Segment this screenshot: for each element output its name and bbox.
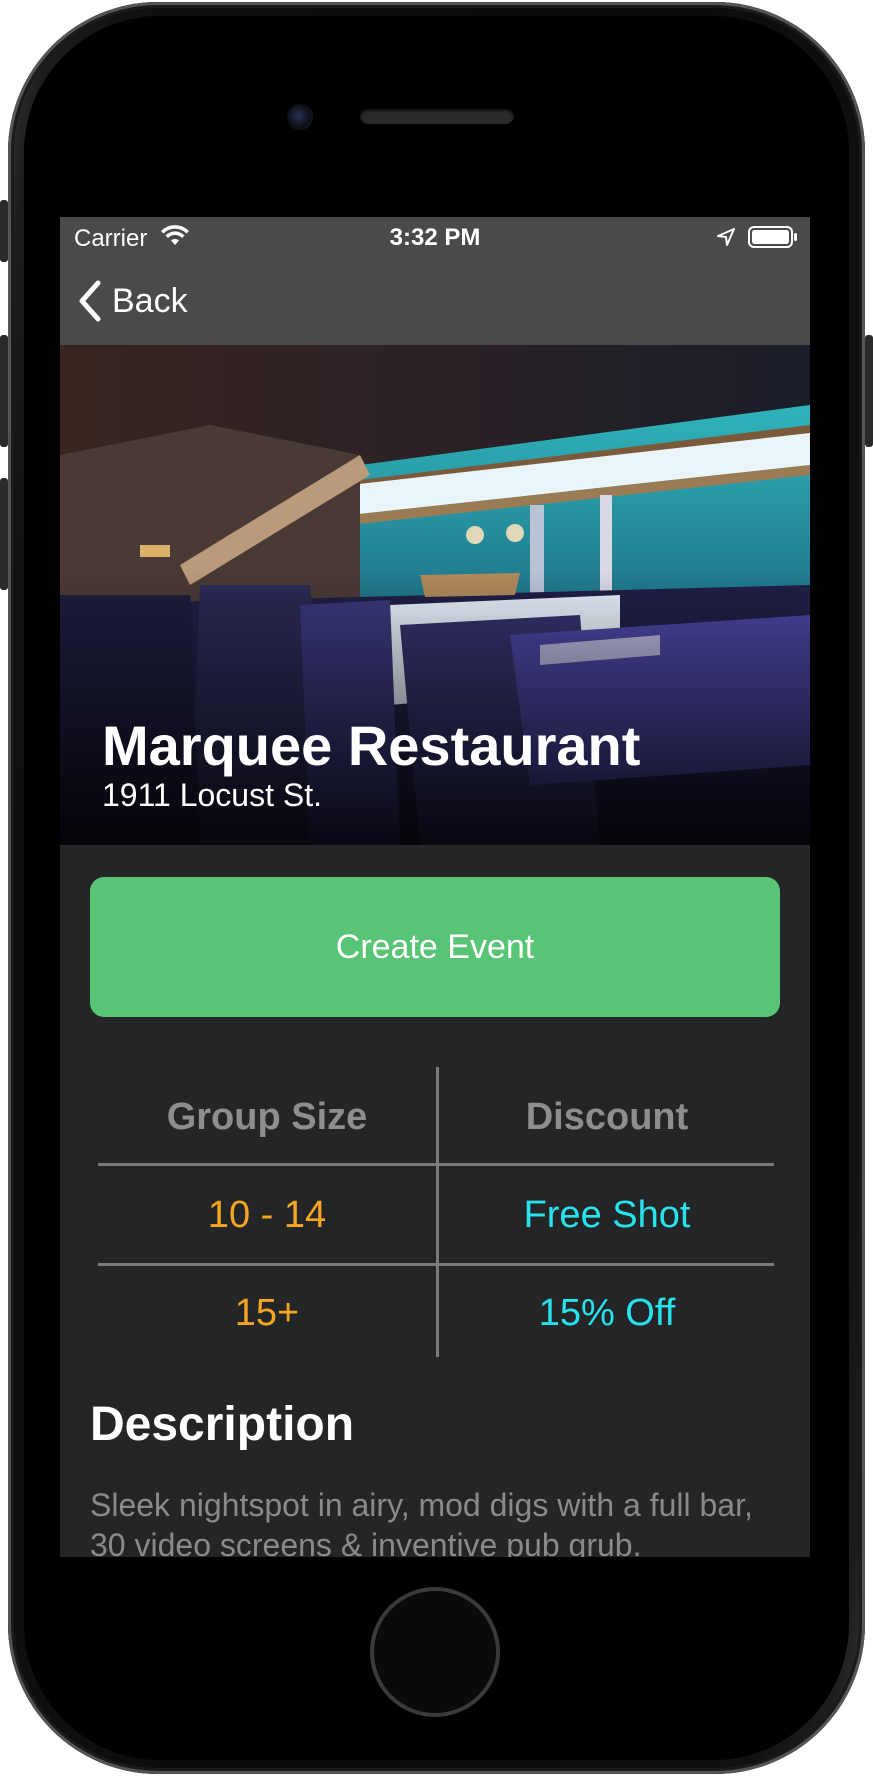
- deals-table: Group Size Discount 10 - 14 Free Shot 15…: [98, 1067, 774, 1357]
- venue-address: 1911 Locust St.: [102, 777, 322, 813]
- group-size-value: 15+: [234, 1291, 300, 1334]
- header-group-size: Group Size: [166, 1095, 368, 1138]
- status-time: 3:32 PM: [389, 224, 481, 251]
- header-discount: Discount: [525, 1095, 689, 1138]
- back-label: Back: [112, 281, 188, 320]
- discount-value: Free Shot: [523, 1193, 691, 1236]
- front-camera: [287, 104, 313, 130]
- back-button[interactable]: Back: [76, 277, 188, 325]
- create-event-button[interactable]: Create Event: [90, 877, 780, 1017]
- power-button: [865, 335, 873, 447]
- status-bar: Carrier 3:32 PM: [60, 217, 810, 257]
- volume-up-button: [0, 335, 8, 447]
- description-heading: Description: [90, 1398, 355, 1451]
- discount-value: 15% Off: [538, 1291, 676, 1334]
- venue-name: Marquee Restaurant: [102, 714, 641, 777]
- mute-switch: [0, 200, 8, 262]
- battery-icon: [748, 226, 797, 248]
- venue-hero: Marquee Restaurant 1911 Locust St.: [60, 345, 810, 845]
- location-arrow-icon: [717, 228, 735, 246]
- home-button[interactable]: [370, 1587, 500, 1717]
- chevron-left-icon: [79, 280, 101, 322]
- volume-down-button: [0, 478, 8, 590]
- description-text: Sleek nightspot in airy, mod digs with a…: [90, 1487, 753, 1557]
- group-size-value: 10 - 14: [207, 1193, 327, 1236]
- earpiece-speaker: [360, 108, 514, 124]
- navigation-bar: Back: [60, 257, 810, 345]
- app-screen: Carrier 3:32 PM Back Marquee Restaurant …: [60, 217, 810, 1557]
